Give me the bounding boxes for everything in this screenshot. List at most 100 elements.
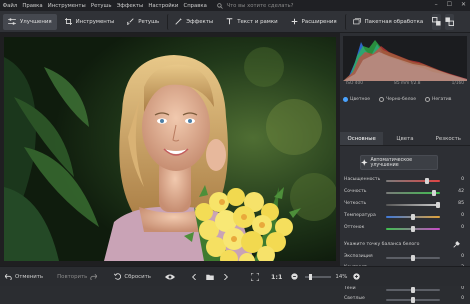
mode-color-label: Цветное <box>350 96 370 102</box>
photo-preview[interactable] <box>4 37 336 261</box>
effects-button[interactable]: Эффекты <box>167 13 218 30</box>
effects-label: Эффекты <box>186 18 214 25</box>
batch-label: Пакетная обработка <box>364 18 424 25</box>
redo-label: Повторить <box>57 273 88 280</box>
zoom-slider-knob[interactable] <box>309 273 313 280</box>
color-slider-knob[interactable] <box>431 190 436 196</box>
tab-basic[interactable]: Основные <box>340 132 384 146</box>
color-slider-knob[interactable] <box>435 202 440 208</box>
color-slider-value: 0 <box>461 177 464 182</box>
zoom-label: 14% <box>335 273 348 280</box>
exif-info: ISO 400 85 mm f/2.8 1/160 <box>343 81 467 89</box>
ratio-label: 1:1 <box>270 272 283 281</box>
iso-value: ISO 400 <box>346 81 363 86</box>
menu-edit[interactable]: Правка <box>20 3 45 9</box>
color-slider-track[interactable] <box>386 204 440 206</box>
mode-bw-radio[interactable]: Черно-белое <box>379 96 416 102</box>
eyedropper-icon[interactable] <box>453 240 460 248</box>
split-view-icon <box>445 17 455 26</box>
preview-toggle[interactable] <box>164 274 178 280</box>
reset-label: Сбросить <box>124 273 151 280</box>
tone-slider-label: Тени <box>344 285 356 291</box>
preview-button[interactable] <box>445 13 455 30</box>
tab-sharpness[interactable]: Резкость <box>426 132 470 146</box>
reset-icon <box>114 273 122 280</box>
retouch-button[interactable]: Ретушь <box>122 14 164 30</box>
menu-retouch[interactable]: Ретушь <box>88 3 114 9</box>
adjust-tabs: Основные Цвета Резкость <box>340 132 470 146</box>
compare-icon <box>432 17 441 26</box>
tone-slider-row: Экспозиция 0 <box>344 253 466 262</box>
menu-tools[interactable]: Инструменты <box>45 3 88 9</box>
color-slider-track[interactable] <box>386 180 440 182</box>
menu-file[interactable]: Файл <box>0 3 20 9</box>
close-icon[interactable]: ✕ <box>461 1 466 8</box>
auto-improve-button[interactable]: Автоматическое улучшение <box>360 155 438 170</box>
crop-icon <box>64 18 72 25</box>
actual-size-button[interactable]: 1:1 <box>271 273 282 281</box>
color-slider-row: Оттенок 0 <box>344 224 466 233</box>
color-slider-row: Сочность 42 <box>344 188 466 197</box>
chevron-right-icon <box>223 273 228 280</box>
eye-icon <box>164 274 175 279</box>
main-toolbar: Улучшения Инструменты Ретушь Эффекты Тек… <box>0 11 470 33</box>
color-slider-value: 85 <box>458 201 464 206</box>
minimize-icon[interactable]: – <box>435 1 438 8</box>
tab-colors[interactable]: Цвета <box>383 132 427 146</box>
tone-slider-knob[interactable] <box>411 286 415 293</box>
redo-button[interactable]: Повторить <box>57 273 100 280</box>
brush-icon <box>127 18 134 25</box>
undo-button[interactable]: Отменить <box>5 273 44 280</box>
fit-screen-button[interactable] <box>250 272 262 281</box>
color-slider-knob[interactable] <box>411 226 415 232</box>
histogram <box>343 36 467 81</box>
portrait-image <box>4 37 336 261</box>
mode-negative-label: Негатив <box>431 96 452 102</box>
image-canvas[interactable] <box>0 33 340 266</box>
improve-button[interactable]: Улучшения <box>3 13 57 30</box>
next-image-button[interactable] <box>223 273 231 280</box>
zoom-slider[interactable] <box>305 273 332 280</box>
extensions-button[interactable]: Расширения <box>286 14 342 30</box>
mode-negative-radio[interactable]: Негатив <box>424 96 452 102</box>
prev-image-button[interactable] <box>191 273 200 280</box>
tone-slider-knob[interactable] <box>411 255 415 261</box>
menu-settings[interactable]: Настройки <box>146 3 181 9</box>
color-slider-knob[interactable] <box>411 214 415 220</box>
zoom-in-button[interactable] <box>353 273 363 280</box>
mode-color-radio[interactable]: Цветное <box>343 96 370 102</box>
tone-slider-knob[interactable] <box>411 297 415 303</box>
menu-help[interactable]: Справка <box>181 3 210 9</box>
auto-enhance-icon <box>361 159 368 166</box>
menu-search[interactable]: Что вы хотите сделать? <box>217 3 293 9</box>
color-slider-knob[interactable] <box>424 178 429 184</box>
tools-button[interactable]: Инструменты <box>60 14 120 30</box>
reset-button[interactable]: Сбросить <box>114 273 151 280</box>
maximize-icon[interactable]: ☐ <box>447 1 452 8</box>
zoom-in-icon <box>353 273 361 280</box>
window-controls: – ☐ ✕ <box>435 1 466 8</box>
text-icon <box>226 18 233 25</box>
text-frames-button[interactable]: Текст и рамки <box>221 14 282 30</box>
search-placeholder: Что вы хотите сделать? <box>226 2 294 9</box>
color-slider-label: Оттенок <box>344 225 365 230</box>
folder-icon <box>206 274 214 280</box>
menu-effects[interactable]: Эффекты <box>114 3 146 9</box>
color-slider-row: Насыщенность 0 <box>344 176 466 185</box>
white-balance-row: Укажите точку баланса белого <box>344 239 466 249</box>
white-balance-label: Укажите точку баланса белого <box>344 241 420 247</box>
undo-label: Отменить <box>15 273 44 280</box>
auto-improve-label: Автоматическое улучшение <box>370 157 413 168</box>
color-slider-value: 42 <box>458 189 464 194</box>
plus-icon <box>291 18 297 25</box>
extensions-label: Расширения <box>301 18 337 25</box>
batch-button[interactable]: Пакетная обработка <box>344 13 429 30</box>
compare-button[interactable] <box>432 13 442 30</box>
zoom-out-button[interactable] <box>291 273 301 280</box>
color-slider-label: Сочность <box>344 189 367 194</box>
zoom-out-icon <box>291 273 299 280</box>
fit-screen-icon <box>250 272 259 281</box>
chevron-left-icon <box>191 273 196 280</box>
tone-slider-value: 0 <box>461 296 464 301</box>
open-folder-button[interactable] <box>206 274 217 280</box>
